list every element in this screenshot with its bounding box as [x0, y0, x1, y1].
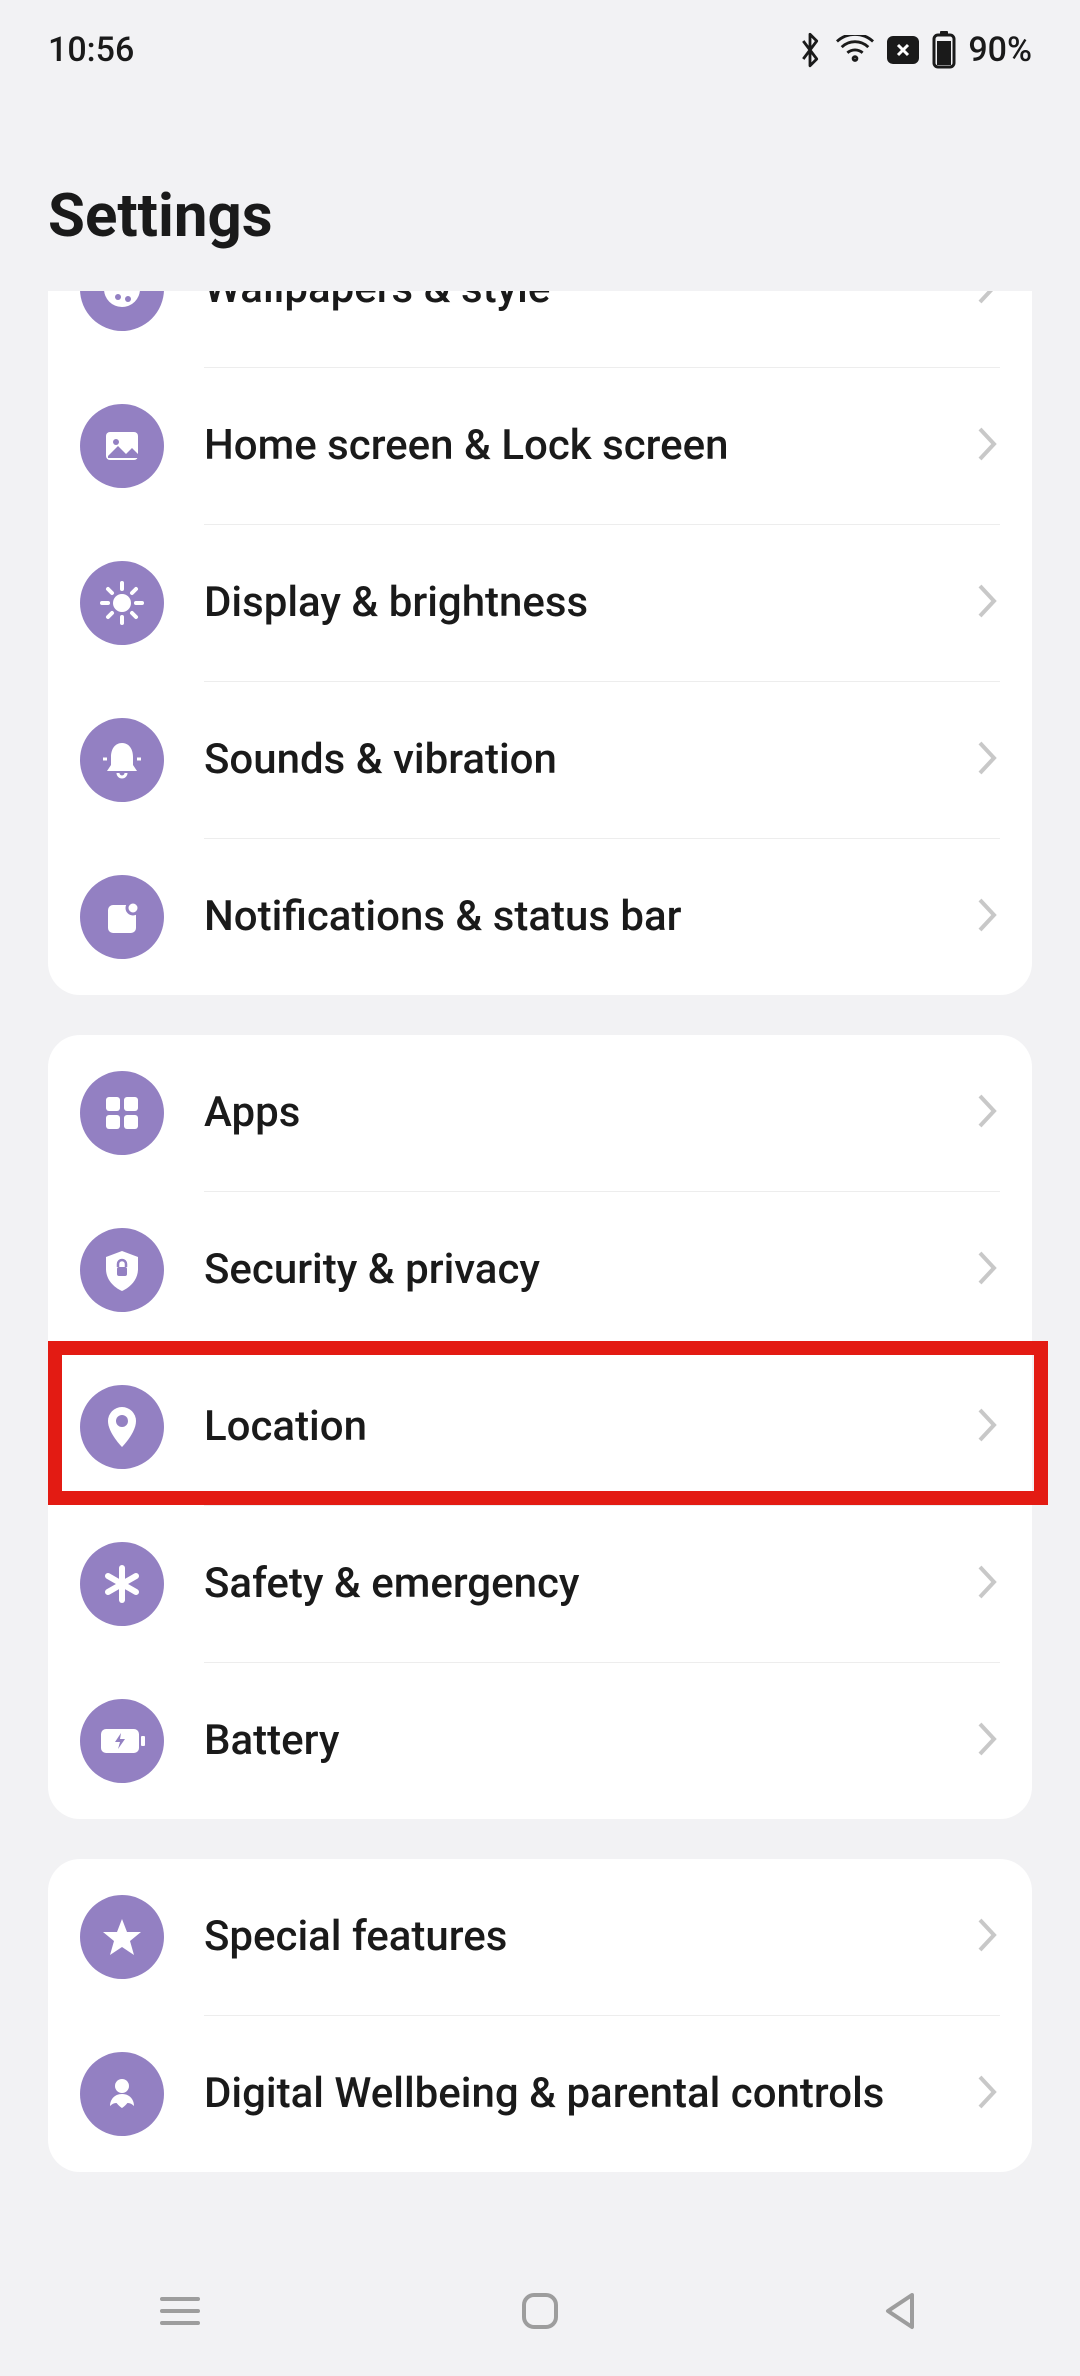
settings-group-features: Special features Digital Wellbeing & par… [48, 1859, 1032, 2172]
row-label: Notifications & status bar [204, 890, 974, 945]
row-security[interactable]: Security & privacy [48, 1192, 1032, 1348]
status-icons: 90% [796, 30, 1032, 70]
sun-icon [80, 561, 164, 645]
page-header: Settings [0, 80, 1080, 291]
row-safety[interactable]: Safety & emergency [48, 1506, 1032, 1662]
chevron-right-icon [974, 737, 1000, 783]
row-home-lock[interactable]: Home screen & Lock screen [48, 368, 1032, 524]
row-sounds[interactable]: Sounds & vibration [48, 682, 1032, 838]
bluetooth-icon [796, 32, 824, 68]
row-wallpapers[interactable]: Wallpapers & style [48, 291, 1032, 367]
recents-button[interactable] [80, 2291, 280, 2331]
chevron-right-icon [974, 1718, 1000, 1764]
row-label: Battery [204, 1714, 974, 1769]
palette-icon [80, 291, 164, 331]
row-display[interactable]: Display & brightness [48, 525, 1032, 681]
nav-bar [0, 2246, 1080, 2376]
notification-icon [80, 875, 164, 959]
settings-scroll[interactable]: Wallpapers & style Home screen & Lock sc… [0, 291, 1080, 2311]
shield-icon [80, 1228, 164, 1312]
status-time: 10:56 [48, 30, 134, 70]
chevron-right-icon [974, 423, 1000, 469]
chevron-right-icon [974, 1247, 1000, 1293]
settings-group-system: Apps Security & privacy Location [48, 1035, 1032, 1819]
row-notifications[interactable]: Notifications & status bar [48, 839, 1032, 995]
battery-percent: 90% [968, 30, 1032, 70]
row-label: Home screen & Lock screen [204, 419, 974, 474]
row-special[interactable]: Special features [48, 1859, 1032, 2015]
chevron-right-icon [974, 1914, 1000, 1960]
chevron-right-icon [974, 1090, 1000, 1136]
row-label: Security & privacy [204, 1243, 974, 1298]
settings-group-personalization: Wallpapers & style Home screen & Lock sc… [48, 291, 1032, 995]
row-wellbeing[interactable]: Digital Wellbeing & parental controls [48, 2016, 1032, 2172]
row-label: Apps [204, 1086, 974, 1141]
row-label: Wallpapers & style [204, 291, 974, 316]
grid-icon [80, 1071, 164, 1155]
asterisk-icon [80, 1542, 164, 1626]
mute-icon [886, 35, 920, 65]
wifi-icon [836, 35, 874, 65]
row-location[interactable]: Location [48, 1349, 1032, 1505]
chevron-right-icon [974, 580, 1000, 626]
back-button[interactable] [800, 2289, 1000, 2333]
row-label: Location [204, 1400, 974, 1455]
chevron-right-icon [974, 1561, 1000, 1607]
home-button[interactable] [440, 2289, 640, 2333]
status-bar: 10:56 90% [0, 0, 1080, 80]
pin-icon [80, 1385, 164, 1469]
bell-icon [80, 718, 164, 802]
chevron-right-icon [974, 291, 1000, 312]
battery-icon [932, 31, 956, 69]
row-label: Sounds & vibration [204, 733, 974, 788]
row-label: Digital Wellbeing & parental controls [204, 2067, 974, 2122]
star-icon [80, 1895, 164, 1979]
row-label: Display & brightness [204, 576, 974, 631]
chevron-right-icon [974, 894, 1000, 940]
row-label: Safety & emergency [204, 1557, 974, 1612]
row-battery[interactable]: Battery [48, 1663, 1032, 1819]
row-label: Special features [204, 1910, 974, 1965]
battery-charge-icon [80, 1699, 164, 1783]
row-apps[interactable]: Apps [48, 1035, 1032, 1191]
image-icon [80, 404, 164, 488]
heart-person-icon [80, 2052, 164, 2136]
chevron-right-icon [974, 1404, 1000, 1450]
chevron-right-icon [974, 2071, 1000, 2117]
page-title: Settings [48, 180, 1032, 251]
